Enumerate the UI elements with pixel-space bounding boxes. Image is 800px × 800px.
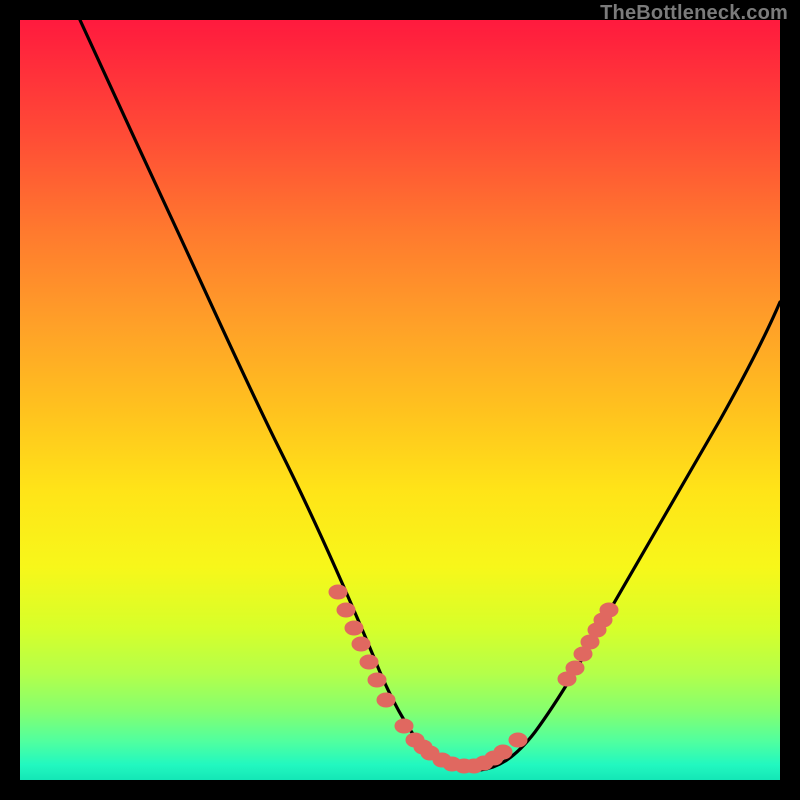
marker-dot [345,621,363,635]
bottleneck-curve [80,20,780,770]
marker-dot [566,661,584,675]
marker-dot [337,603,355,617]
marker-dot [377,693,395,707]
marker-group [329,585,618,773]
marker-dot [600,603,618,617]
marker-dot [329,585,347,599]
chart-frame: TheBottleneck.com [0,0,800,800]
marker-dot [494,745,512,759]
marker-dot [368,673,386,687]
chart-svg [20,20,780,780]
watermark-text: TheBottleneck.com [600,2,788,25]
marker-dot [360,655,378,669]
marker-dot [352,637,370,651]
marker-dot [509,733,527,747]
marker-dot [395,719,413,733]
